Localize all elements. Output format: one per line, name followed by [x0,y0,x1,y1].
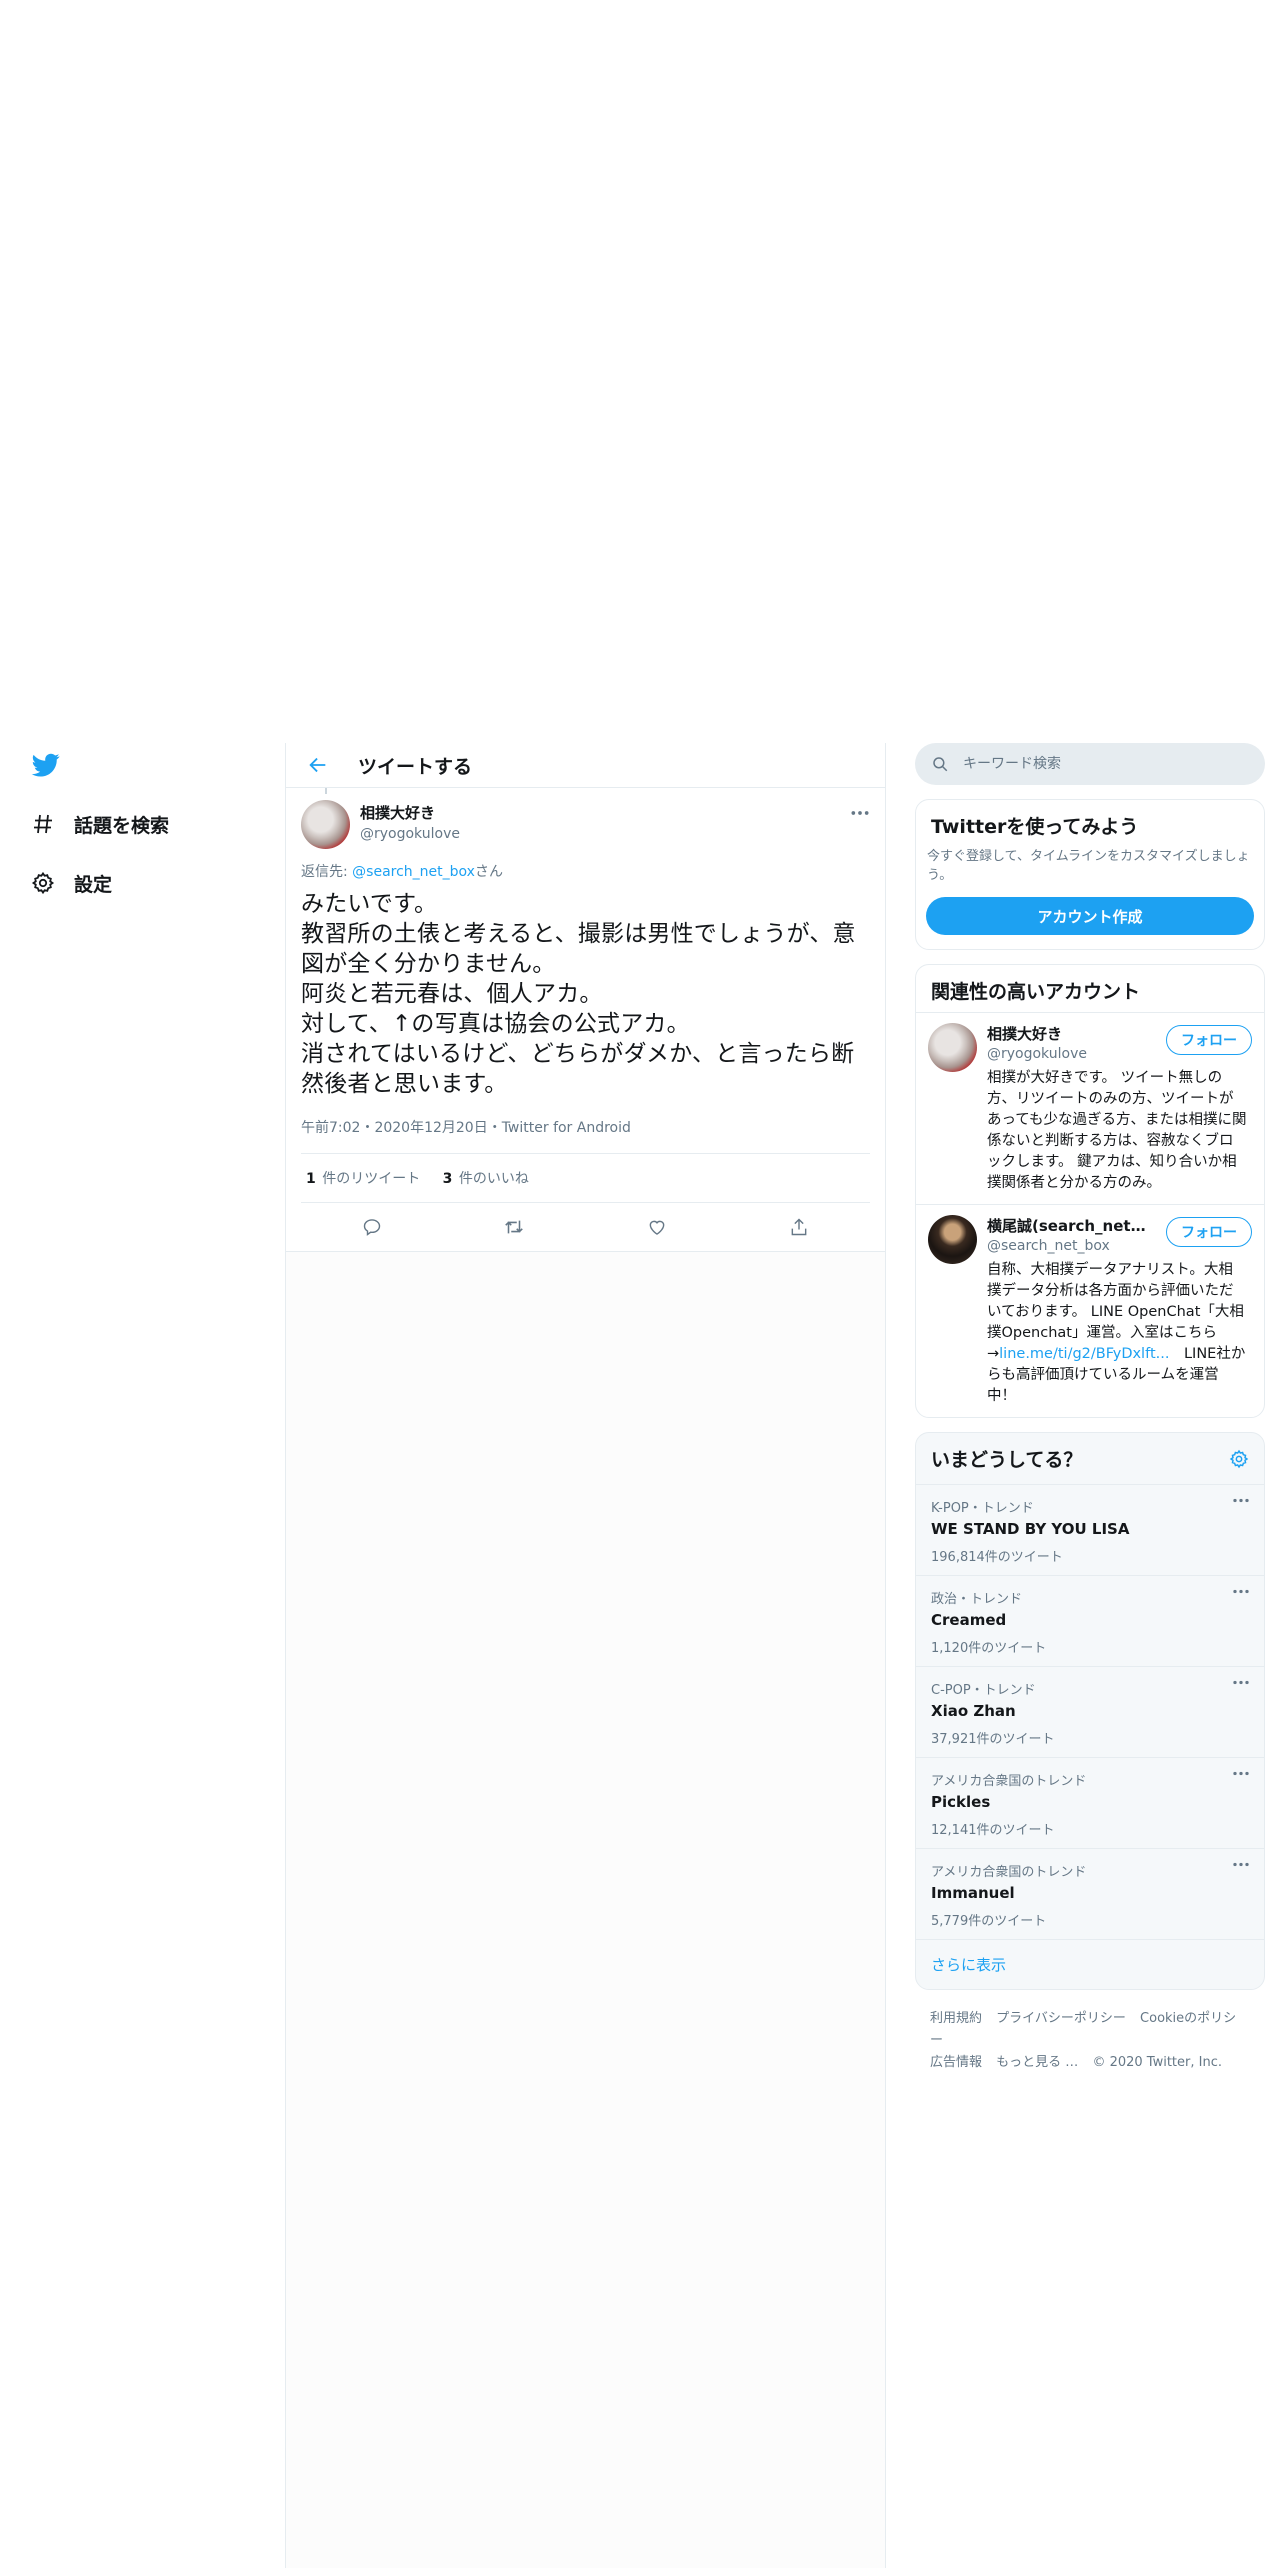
retweet-button[interactable] [496,1209,532,1245]
more-options-button[interactable] [850,802,870,821]
replying-handle-link[interactable]: @search_net_box [352,864,475,880]
trend-count: 37,921件のツイート [931,1732,1055,1747]
tweet-text: みたいです。 教習所の土俵と考えると、撮影は男性でしょうが、意図が全く分かりませ… [301,891,856,1097]
nav-explore[interactable]: 話題を検索 [28,804,169,844]
thread-line [325,788,327,794]
avatar[interactable] [928,1215,977,1264]
trend-item[interactable]: アメリカ合衆国のトレンド Immanuel 5,779件のツイート [916,1848,1264,1939]
reply-icon [363,1219,381,1236]
page-title: ツイートする [358,755,473,778]
tweet-actions [301,1203,870,1251]
reply-button[interactable] [354,1209,390,1245]
heart-icon [649,1220,665,1235]
trend-count: 196,814件のツイート [931,1550,1063,1565]
gear-icon[interactable] [1229,1449,1249,1469]
trend-item[interactable]: 政治・トレンド Creamed 1,120件のツイート [916,1575,1264,1666]
trend-context: 政治・トレンド [931,1592,1023,1607]
follow-button[interactable]: フォロー [1166,1025,1252,1055]
main-header: ツイートする [286,743,885,788]
related-accounts-card: 関連性の高いアカウント 相撲大好き @ryogokulove 相撲が大好きです。… [915,964,1265,1418]
trend-name: Pickles [931,1793,991,1811]
avatar[interactable] [928,1023,977,1072]
search-box[interactable] [915,743,1265,785]
trend-name: Xiao Zhan [931,1702,1016,1720]
tweet: 相撲大好き @ryogokulove 返信先: @search_net_boxさ… [286,788,885,1252]
replying-prefix: 返信先: [301,864,353,880]
more-icon[interactable] [1232,1770,1250,1777]
search-input[interactable] [961,755,1225,773]
trend-item[interactable]: アメリカ合衆国のトレンド Pickles 12,141件のツイート [916,1757,1264,1848]
footer-link-terms[interactable]: 利用規約 [930,2011,982,2026]
trend-item[interactable]: K-POP・トレンド WE STAND BY YOU LISA 196,814件… [916,1484,1264,1575]
account-name[interactable]: 横尾誠(search_net_b... [987,1215,1147,1236]
retweet-icon [505,1220,524,1234]
share-button[interactable] [781,1209,817,1245]
author-handle[interactable]: @ryogokulove [360,826,460,842]
author-name[interactable]: 相撲大好き [360,802,460,823]
trend-name: WE STAND BY YOU LISA [931,1520,1130,1538]
trend-item[interactable]: C-POP・トレンド Xiao Zhan 37,921件のツイート [916,1666,1264,1757]
trend-count: 5,779件のツイート [931,1914,1047,1929]
trends-card: いまどうしてる？ K-POP・トレンド WE STAND BY YOU LISA… [915,1432,1265,1990]
replying-to: 返信先: @search_net_boxさん [301,861,870,881]
retweets-label: 件のリツイート [322,1171,421,1187]
more-icon[interactable] [1232,1861,1250,1868]
nav-explore-label: 話題を検索 [74,814,170,837]
trend-context: アメリカ合衆国のトレンド [931,1865,1087,1880]
trend-count: 1,120件のツイート [931,1641,1047,1656]
gear-icon [28,868,58,898]
trend-name: Creamed [931,1611,1007,1629]
footer-link-more[interactable]: もっと見る … [996,2055,1078,2070]
tweet-stats: 1 件のリツイート 3 件のいいね [301,1154,870,1203]
likes-count: 3 [442,1171,453,1187]
signup-card: Twitterを使ってみよう 今すぐ登録して、タイムラインをカスタマイズしましょ… [915,799,1265,950]
arrow-left-icon [309,757,326,773]
hashtag-icon [28,809,58,839]
back-button[interactable] [298,745,338,785]
replying-suffix: さん [474,864,503,880]
account-bio-link[interactable]: line.me/ti/g2/BFyDxlft... [999,1346,1169,1362]
show-more-link[interactable]: さらに表示 [916,1939,1264,1989]
trend-context: K-POP・トレンド [931,1501,1034,1516]
follow-button[interactable]: フォロー [1166,1217,1252,1247]
footer-link-ads[interactable]: 広告情報 [930,2055,982,2070]
main-column: ツイートする 相撲大好き @ryogokulove 返信先: @search_n… [285,743,886,2568]
account-item[interactable]: 横尾誠(search_net_b... @search_net_box 自称、大… [916,1204,1264,1417]
related-accounts-title: 関連性の高いアカウント [931,981,1141,1003]
trends-title: いまどうしてる？ [931,1449,1083,1471]
footer: 利用規約 プライバシーポリシー Cookieのポリシー 広告情報 もっと見る …… [915,1990,1265,2092]
trend-name: Immanuel [931,1884,1015,1902]
tweet-timestamp[interactable]: 午前7:02・2020年12月20日・Twitter for Android [301,1117,870,1154]
share-icon [791,1218,807,1236]
likes-stat[interactable]: 3 件のいいね [443,1171,529,1187]
account-name[interactable]: 相撲大好き [987,1023,1147,1044]
footer-link-privacy[interactable]: プライバシーポリシー [996,2011,1126,2026]
account-bio: 自称、大相撲データアナリスト。大相撲データ分析は各方面から評価いただいております… [987,1260,1247,1407]
avatar[interactable] [301,800,350,849]
retweets-stat[interactable]: 1 件のリツイート [306,1171,420,1187]
retweets-count: 1 [306,1171,316,1187]
trend-context: C-POP・トレンド [931,1683,1036,1698]
create-account-button[interactable]: アカウント作成 [926,897,1254,935]
footer-copyright: © 2020 Twitter, Inc. [1092,2055,1222,2070]
more-icon[interactable] [1232,1679,1250,1686]
search-icon [933,757,948,772]
account-item[interactable]: 相撲大好き @ryogokulove 相撲が大好きです。 ツイート無しの方、リツ… [916,1012,1264,1204]
nav-settings[interactable]: 設定 [28,863,112,903]
nav-settings-label: 設定 [74,873,113,896]
more-icon[interactable] [1232,1588,1250,1595]
twitter-logo-icon[interactable] [30,751,62,779]
right-sidebar: Twitterを使ってみよう 今すぐ登録して、タイムラインをカスタマイズしましょ… [915,743,1265,2092]
likes-label: 件のいいね [458,1171,529,1187]
more-icon [851,811,869,815]
signup-title: Twitterを使ってみよう [931,816,1139,838]
account-bio: 相撲が大好きです。 ツイート無しの方、リツイートのみの方、ツイートがあっても少な… [987,1070,1247,1191]
trend-count: 12,141件のツイート [931,1823,1055,1838]
signup-description: 今すぐ登録して、タイムラインをカスタマイズしましょう。 [927,849,1250,883]
more-icon[interactable] [1232,1497,1250,1504]
like-button[interactable] [639,1209,675,1245]
trend-context: アメリカ合衆国のトレンド [931,1774,1087,1789]
